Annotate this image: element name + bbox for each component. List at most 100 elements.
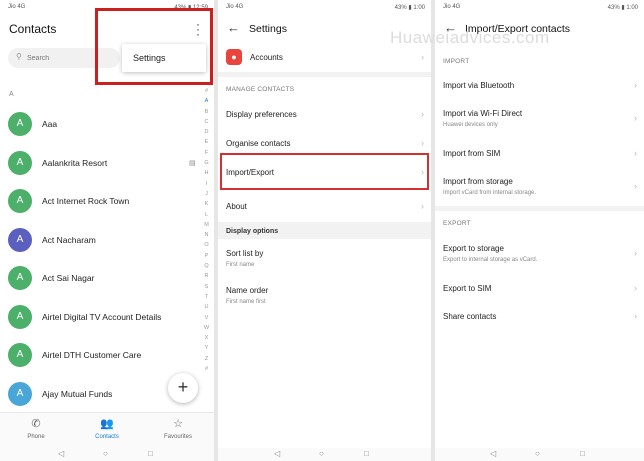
alphabet-index-letter[interactable]: P (202, 251, 211, 261)
row-label: Import from storage (443, 177, 513, 186)
status-right: 43% ▮ 1:00 (394, 5, 425, 11)
about-row[interactable]: About › (218, 192, 431, 220)
tab-phone[interactable]: ✆ Phone (6, 417, 66, 440)
avatar: A (8, 227, 32, 252)
add-contact-button[interactable]: + (168, 373, 198, 403)
star-icon: ☆ (173, 418, 183, 430)
bottom-tab-bar: ✆ Phone 👥 Contacts ☆ Favourites (0, 412, 214, 448)
back-nav-icon[interactable]: ◁ (274, 449, 280, 458)
search-icon: ⚲ (16, 52, 22, 61)
carrier-label: Jio 4G (8, 4, 26, 10)
alphabet-index-letter[interactable]: D (202, 127, 211, 137)
alphabet-index-letter[interactable]: F (202, 148, 211, 158)
share-contacts-row[interactable]: Share contacts › (435, 304, 644, 332)
chevron-right-icon: › (634, 148, 637, 158)
avatar: A (8, 112, 32, 136)
contact-name: Act Internet Rock Town (42, 196, 130, 206)
display-preferences-row[interactable]: Display preferences › (218, 100, 431, 129)
tab-contacts[interactable]: 👥 Contacts (77, 417, 137, 440)
settings-menu-item[interactable]: Settings (122, 44, 206, 72)
row-label: About (226, 202, 247, 211)
alphabet-index-letter[interactable]: R (202, 271, 211, 281)
avatar: A (8, 150, 32, 175)
home-nav-icon[interactable]: ○ (103, 449, 108, 458)
carrier-label: Jio 4G (443, 4, 461, 10)
section-letter: A (9, 91, 14, 98)
sort-list-by-row[interactable]: Sort list by First name (218, 242, 431, 276)
row-value: First name first (226, 299, 266, 305)
back-arrow-icon[interactable]: ← (227, 20, 240, 35)
alphabet-index-letter[interactable]: O (202, 240, 211, 250)
export-sim-row[interactable]: Export to SIM › (435, 276, 644, 304)
alphabet-index-letter[interactable]: W (202, 323, 211, 333)
tab-favourites[interactable]: ☆ Favourites (148, 417, 208, 440)
home-nav-icon[interactable]: ○ (535, 449, 540, 458)
import-storage-row[interactable]: Import from storage Import vCard from in… (435, 168, 644, 206)
alphabet-index-letter[interactable]: # (202, 86, 211, 96)
alphabet-index-letter[interactable]: M (202, 220, 211, 230)
row-label: Display preferences (226, 110, 297, 119)
contact-row[interactable]: A Aalankrita Resort ▤ (0, 145, 200, 183)
alphabet-index-letter[interactable]: L (202, 210, 211, 220)
row-subtitle: Huawei devices only (443, 122, 498, 128)
alphabet-index-letter[interactable]: U (202, 302, 211, 312)
chevron-right-icon: › (421, 109, 424, 119)
import-export-row[interactable]: Import/Export › (218, 158, 431, 188)
alphabet-index-letter[interactable]: B (202, 107, 211, 117)
row-label: Share contacts (443, 312, 497, 321)
home-nav-icon[interactable]: ○ (319, 449, 324, 458)
contact-row[interactable]: A Airtel DTH Customer Care (0, 337, 200, 375)
more-options-icon[interactable]: · · · (196, 18, 200, 40)
contacts-screen: Jio 4G 43% ▮ 12:59 Contacts ··· ⚲ Settin… (0, 0, 214, 461)
avatar: A (8, 304, 32, 329)
avatar: A (8, 189, 32, 213)
name-order-row[interactable]: Name order First name first (218, 279, 431, 313)
recents-nav-icon[interactable]: □ (364, 449, 369, 458)
chevron-right-icon: › (421, 138, 424, 148)
import-sim-row[interactable]: Import from SIM › (435, 140, 644, 168)
alphabet-index-letter[interactable]: J (202, 189, 211, 199)
import-header: IMPORT (443, 58, 470, 65)
organise-contacts-row[interactable]: Organise contacts › (218, 129, 431, 158)
row-label: Import via Bluetooth (443, 81, 515, 90)
manage-contacts-header: MANAGE CONTACTS (226, 86, 295, 93)
import-bluetooth-row[interactable]: Import via Bluetooth › (435, 72, 644, 100)
alphabet-index-letter[interactable]: C (202, 117, 211, 127)
alphabet-index-letter[interactable]: T (202, 292, 211, 302)
alphabet-index-letter[interactable]: V (202, 313, 211, 323)
contact-row[interactable]: A Act Internet Rock Town (0, 183, 200, 221)
alphabet-index[interactable]: # A B C D E F G H I J K L M N O P Q R S T U V W X Y Z # (202, 86, 211, 374)
alphabet-index-letter[interactable]: K (202, 199, 211, 209)
contact-name: Airtel DTH Customer Care (42, 350, 142, 360)
alphabet-index-letter[interactable]: N (202, 230, 211, 240)
contact-row[interactable]: A Act Sai Nagar (0, 260, 200, 298)
alphabet-index-letter[interactable]: A (202, 96, 211, 106)
alphabet-index-letter[interactable]: Q (202, 261, 211, 271)
alphabet-index-letter[interactable]: G (202, 158, 211, 168)
back-nav-icon[interactable]: ◁ (490, 449, 496, 458)
contact-row[interactable]: A Aaa (0, 106, 200, 144)
contact-row[interactable]: A Airtel Digital TV Account Details (0, 299, 200, 337)
alphabet-index-letter[interactable]: H (202, 168, 211, 178)
avatar: A (8, 266, 32, 290)
alphabet-index-letter[interactable]: X (202, 333, 211, 343)
search-input[interactable] (27, 51, 112, 65)
system-nav-bar: ◁ ○ □ (435, 448, 644, 461)
contact-row[interactable]: A Act Nacharam (0, 222, 200, 260)
alphabet-index-letter[interactable]: S (202, 282, 211, 292)
alphabet-index-letter[interactable]: Z (202, 354, 211, 364)
row-label: Export to storage (443, 244, 504, 253)
alphabet-index-letter[interactable]: I (202, 179, 211, 189)
recents-nav-icon[interactable]: □ (148, 449, 153, 458)
recents-nav-icon[interactable]: □ (580, 449, 585, 458)
alphabet-index-letter[interactable]: Y (202, 343, 211, 353)
display-options-header: Display options (226, 228, 279, 235)
alphabet-index-letter[interactable]: E (202, 137, 211, 147)
back-nav-icon[interactable]: ◁ (58, 449, 64, 458)
search-box[interactable]: ⚲ (8, 48, 120, 68)
row-subtitle: Export to internal storage as vCard. (443, 257, 538, 263)
export-storage-row[interactable]: Export to storage Export to internal sto… (435, 236, 644, 274)
system-nav-bar: ◁ ○ □ (0, 448, 214, 461)
import-wifi-direct-row[interactable]: Import via Wi-Fi Direct Huawei devices o… (435, 100, 644, 138)
alphabet-index-letter[interactable]: # (202, 364, 211, 374)
